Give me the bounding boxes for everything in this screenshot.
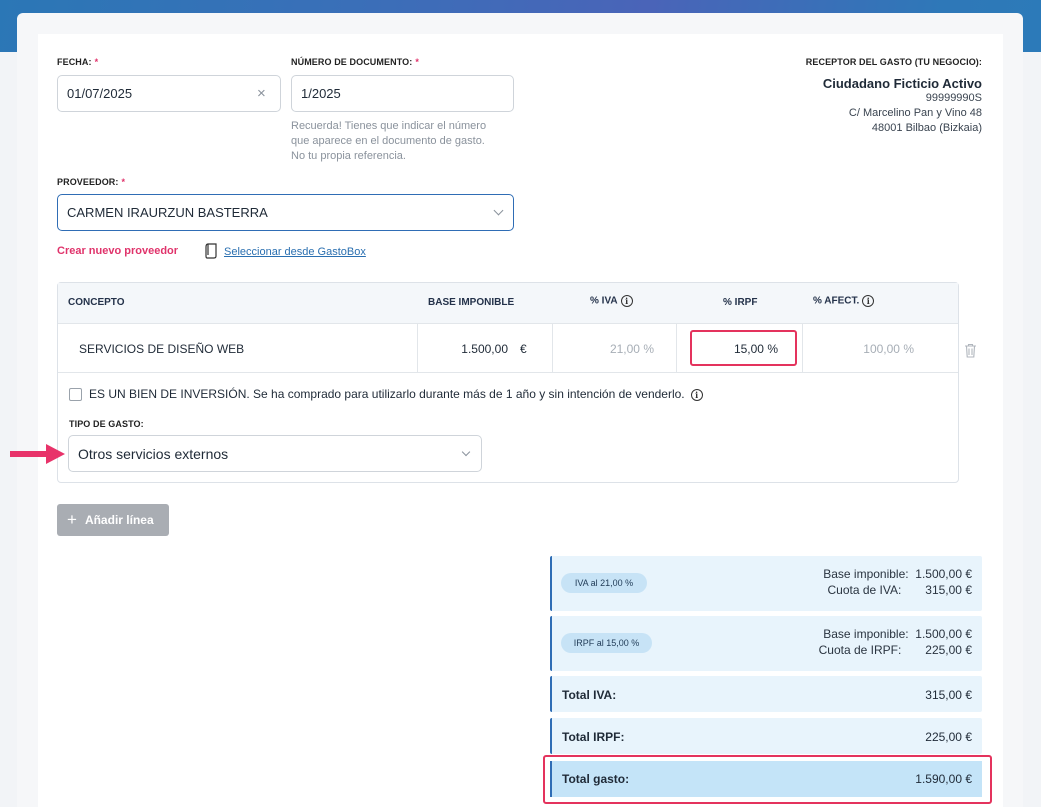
receptor-address: C/ Marcelino Pan y Vino 48	[848, 107, 982, 119]
inversion-text: ES UN BIEN DE INVERSIÓN. Se ha comprado …	[89, 387, 685, 401]
info-icon[interactable]: i	[620, 295, 633, 307]
base-label: Base imponible:	[823, 567, 909, 581]
fecha-value: 01/07/2025	[67, 86, 133, 101]
info-icon[interactable]: i	[690, 388, 703, 401]
arrow-right-icon	[10, 442, 66, 466]
add-line-button[interactable]: + Añadir línea	[57, 504, 169, 536]
header-afect: % AFECT. i	[813, 295, 875, 307]
numero-label-text: NÚMERO DE DOCUMENTO:	[291, 57, 413, 67]
hint-line: que aparece en el documento de gasto.	[291, 135, 485, 147]
tipo-gasto-value: Otros servicios externos	[78, 445, 229, 462]
seleccionar-gastobox-link[interactable]: Seleccionar desde GastoBox	[224, 246, 366, 258]
cuota-label: Cuota de IRPF:	[818, 643, 902, 657]
cell-divider	[676, 324, 677, 373]
tipo-gasto-select[interactable]: Otros servicios externos	[68, 435, 482, 472]
required-mark: *	[121, 177, 126, 187]
irpf-rate-pill: IRPF al 15,00 %	[561, 633, 652, 653]
header-afect-text: % AFECT.	[813, 295, 860, 307]
proveedor-value: CARMEN IRAURZUN BASTERRA	[67, 205, 268, 220]
fecha-label-text: FECHA:	[57, 57, 92, 67]
concepto-input[interactable]: SERVICIOS DE DISEÑO WEB	[79, 342, 244, 356]
total-irpf-value: 225,00 €	[925, 730, 972, 744]
irpf-input[interactable]: 15,00 %	[682, 342, 778, 356]
irpf-summary-text: Base imponible: 1.500,00 € Cuota de IRPF…	[700, 626, 972, 658]
afect-input[interactable]: 100,00 %	[806, 342, 914, 356]
base-value: 1.500,00 €	[915, 627, 972, 641]
cuota-value: 315,00 €	[925, 583, 972, 597]
iva-summary-text: Base imponible: 1.500,00 € Cuota de IVA:…	[700, 566, 972, 598]
chevron-down-icon	[461, 447, 471, 457]
iva-input[interactable]: 21,00 %	[556, 342, 654, 356]
tipo-gasto-label: TIPO DE GASTO:	[69, 419, 144, 429]
proveedor-select[interactable]: CARMEN IRAURZUN BASTERRA	[57, 194, 514, 231]
proveedor-label: PROVEEDOR: *	[57, 177, 125, 187]
required-mark: *	[94, 57, 99, 67]
currency-symbol: €	[520, 342, 527, 356]
proveedor-label-text: PROVEEDOR:	[57, 177, 119, 187]
iva-rate-pill: IVA al 21,00 %	[561, 573, 647, 593]
required-mark: *	[415, 57, 419, 67]
cuota-value: 225,00 €	[925, 643, 972, 657]
chevron-down-icon	[493, 205, 504, 216]
numero-documento-input[interactable]: 1/2025	[291, 75, 514, 112]
trash-icon[interactable]	[964, 343, 977, 358]
total-iva-label: Total IVA:	[562, 688, 617, 702]
base-value: 1.500,00 €	[915, 567, 972, 581]
numero-value: 1/2025	[301, 86, 341, 101]
numero-label: NÚMERO DE DOCUMENTO: *	[291, 57, 419, 67]
receptor-city: 48001 Bilbao (Bizkaia)	[871, 122, 982, 134]
header-concepto: CONCEPTO	[68, 297, 125, 308]
receptor-block: RECEPTOR DEL GASTO (TU NEGOCIO): Ciudada…	[682, 57, 982, 136]
header-base-imponible: BASE IMPONIBLE	[428, 297, 515, 308]
crear-proveedor-link[interactable]: Crear nuevo proveedor	[57, 245, 178, 257]
cell-divider	[552, 324, 553, 373]
header-iva: % IVA i	[590, 295, 633, 307]
receptor-name: Ciudadano Ficticio Activo	[822, 76, 982, 91]
fecha-input[interactable]: 01/07/2025 ×	[57, 75, 281, 112]
cuota-label: Cuota de IVA:	[827, 583, 902, 597]
hint-line: Recuerda! Tienes que indicar el número	[291, 120, 487, 132]
total-gasto-label: Total gasto:	[562, 772, 630, 786]
cell-divider	[417, 324, 418, 373]
inversion-checkbox[interactable]	[69, 388, 82, 401]
plus-icon: +	[67, 510, 77, 529]
header-irpf: % IRPF	[723, 297, 758, 308]
clear-icon[interactable]: ×	[257, 85, 266, 102]
numero-hint: Recuerda! Tienes que indicar el número q…	[291, 119, 486, 164]
cell-divider	[802, 324, 803, 373]
total-iva-value: 315,00 €	[925, 688, 972, 702]
inversion-label: ES UN BIEN DE INVERSIÓN. Se ha comprado …	[89, 387, 703, 401]
total-gasto-value: 1.590,00 €	[915, 772, 972, 786]
document-icon	[205, 243, 217, 259]
base-label: Base imponible:	[823, 627, 909, 641]
fecha-label: FECHA: *	[57, 57, 98, 67]
add-line-label: Añadir línea	[84, 513, 154, 527]
info-icon[interactable]: i	[862, 295, 875, 307]
header-iva-text: % IVA	[590, 295, 618, 307]
total-irpf-label: Total IRPF:	[562, 730, 625, 744]
base-imponible-input[interactable]: 1.500,00	[420, 342, 508, 356]
receptor-label: RECEPTOR DEL GASTO (TU NEGOCIO):	[805, 57, 982, 67]
receptor-nif: 99999990S	[925, 92, 982, 104]
hint-line: No tu propia referencia.	[291, 150, 406, 162]
